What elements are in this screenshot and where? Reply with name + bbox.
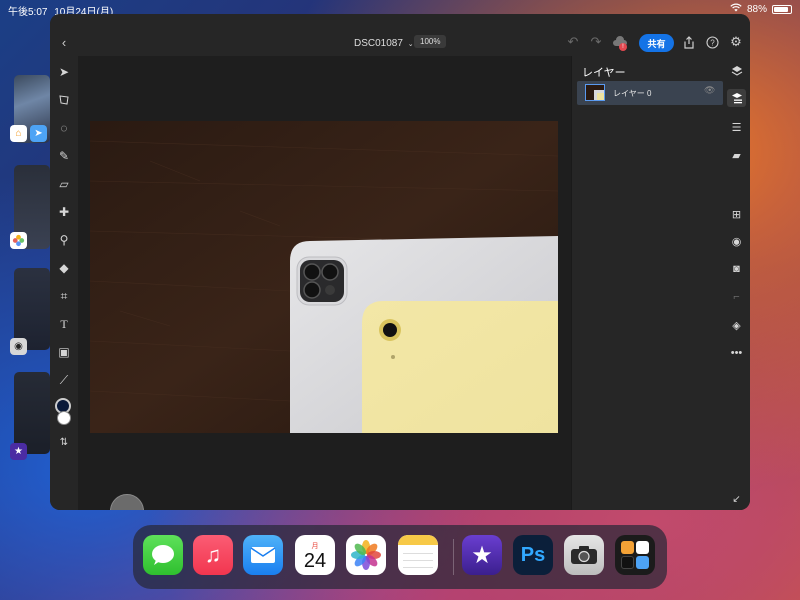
calendar-app-icon[interactable]: 月 24 <box>295 535 335 575</box>
clone-stamp-tool-icon[interactable]: ⚲ <box>54 231 74 249</box>
zoom-level[interactable]: 100% <box>414 35 447 48</box>
share-button[interactable]: 共有 <box>639 34 674 52</box>
top-bar: ‹ DSC01087 ⌄ 100% ↶ ↷ ! 共有 ? ⚙ <box>50 14 750 56</box>
status-time: 午後5:07 <box>8 7 48 18</box>
more-options-icon[interactable]: ••• <box>727 344 746 362</box>
music-app-icon[interactable]: ♫ <box>193 535 233 575</box>
fill-tool-icon[interactable]: ◆ <box>54 259 74 277</box>
mask-icon[interactable]: ◙ <box>727 260 746 278</box>
resize-handle-icon[interactable]: ↙ <box>727 490 746 508</box>
imovie-app-icon[interactable]: ★ <box>10 443 27 460</box>
layer-row[interactable]: レイヤー 0 👁 <box>577 81 723 105</box>
gear-icon[interactable]: ⚙ <box>728 34 744 50</box>
fill-layer-icon[interactable]: ◈ <box>727 316 746 334</box>
dock: ♫ 月 24 ★ Ps <box>133 525 667 589</box>
eraser-tool-icon[interactable]: ▱ <box>54 175 74 193</box>
battery-icon <box>772 4 792 14</box>
mail-app-icon[interactable] <box>243 535 283 575</box>
layer-name: レイヤー 0 <box>613 89 652 98</box>
messages-app-icon[interactable] <box>143 535 183 575</box>
photoshop-app-icon[interactable]: Ps <box>513 535 553 575</box>
home-app-icon[interactable]: ⌂ <box>10 125 27 142</box>
svg-text:?: ? <box>710 38 715 47</box>
help-icon[interactable]: ? <box>704 34 720 50</box>
calendar-day: 24 <box>303 550 327 572</box>
clipping-mask-icon[interactable]: ⌐ <box>727 288 746 306</box>
right-rail: ☰ ▰ ⊞ ◉ ◙ ⌐ ◈ ••• ↙ <box>723 56 750 510</box>
swap-colors-icon[interactable]: ⇅ <box>54 433 74 451</box>
photoshop-window: ‹ DSC01087 ⌄ 100% ↶ ↷ ! 共有 ? ⚙ ➤ ◌ ✎ ▱ ✚… <box>50 14 750 510</box>
healing-tool-icon[interactable]: ✚ <box>54 203 74 221</box>
stage-thumbnail-imovie[interactable] <box>14 372 50 454</box>
undo-icon[interactable]: ↶ <box>565 34 581 50</box>
document-title[interactable]: DSC01087 ⌄ <box>354 38 414 49</box>
adjustments-icon[interactable]: ☰ <box>727 118 746 136</box>
camera-app-icon[interactable]: ◉ <box>10 338 27 355</box>
document-title-text: DSC01087 <box>354 38 403 49</box>
tool-bar: ➤ ◌ ✎ ▱ ✚ ⚲ ◆ ⌗ T ▣ ⟋ ⇅ <box>50 56 78 510</box>
photos-app-icon[interactable] <box>10 232 27 249</box>
battery-percent: 88% <box>746 3 767 15</box>
photos-dock-app-icon[interactable] <box>346 535 386 575</box>
move-tool-icon[interactable]: ➤ <box>54 63 74 81</box>
crop-tool-icon[interactable]: ⌗ <box>54 287 74 305</box>
comments-icon[interactable]: ▰ <box>727 146 746 164</box>
layers-panel: レイヤー レイヤー 0 👁 <box>571 56 724 510</box>
layer-properties-icon[interactable] <box>727 89 746 107</box>
document-image[interactable] <box>90 121 558 433</box>
layer-visibility-icon[interactable]: 👁 <box>704 85 715 96</box>
export-icon[interactable] <box>681 34 697 50</box>
add-layer-icon[interactable]: ⊞ <box>727 205 746 223</box>
transform-tool-icon[interactable] <box>54 91 74 109</box>
imovie-dock-app-icon[interactable]: ★ <box>462 535 502 575</box>
layers-panel-title: レイヤー <box>582 67 626 79</box>
camera-dock-app-icon[interactable] <box>564 535 604 575</box>
app-library-icon[interactable] <box>615 535 655 575</box>
battery-fill <box>774 6 788 12</box>
visibility-eye-icon[interactable]: ◉ <box>727 232 746 250</box>
layer-thumbnail <box>585 84 605 101</box>
photoshop-app-label: Ps <box>520 543 546 566</box>
place-image-tool-icon[interactable]: ▣ <box>54 343 74 361</box>
maps-app-icon[interactable]: ➤ <box>30 125 47 142</box>
dock-separator <box>453 539 454 575</box>
lasso-tool-icon[interactable]: ◌ <box>54 119 74 137</box>
cloud-warning-badge: ! <box>619 43 627 51</box>
brush-tool-icon[interactable]: ✎ <box>54 147 74 165</box>
type-tool-icon[interactable]: T <box>54 315 74 333</box>
chevron-down-icon: ⌄ <box>407 41 414 48</box>
layers-icon[interactable] <box>727 62 746 80</box>
eyedropper-tool-icon[interactable]: ⟋ <box>54 371 74 389</box>
redo-icon[interactable]: ↷ <box>588 34 604 50</box>
back-chevron-icon[interactable]: ‹ <box>56 34 72 50</box>
background-color-swatch[interactable] <box>57 411 71 425</box>
notes-app-icon[interactable] <box>398 535 438 575</box>
